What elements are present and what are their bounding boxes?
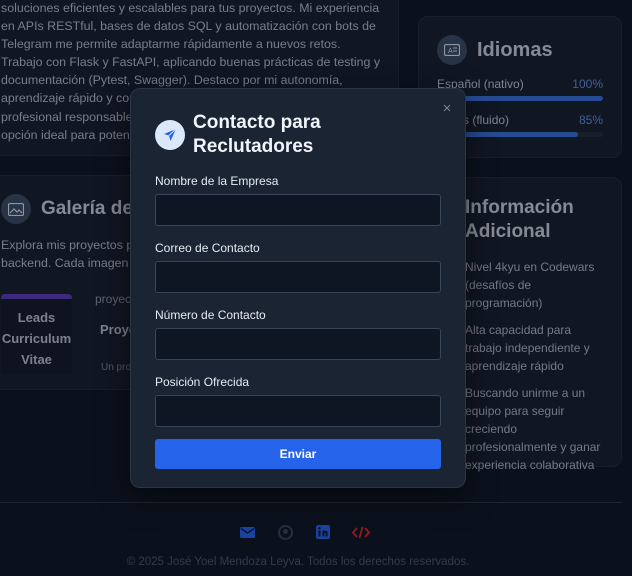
contact-phone-field[interactable] [155, 328, 441, 360]
position-offered-field[interactable] [155, 395, 441, 427]
position-offered-group: Posición Ofrecida [155, 375, 441, 427]
contact-phone-group: Número de Contacto [155, 308, 441, 360]
contact-email-field[interactable] [155, 261, 441, 293]
send-button[interactable]: Enviar [155, 439, 441, 469]
modal-title: Contacto para Reclutadores [193, 112, 321, 157]
contact-modal: × Contacto para Reclutadores Nombre de l… [130, 88, 466, 488]
paper-plane-icon [155, 120, 185, 150]
company-name-field[interactable] [155, 194, 441, 226]
close-icon[interactable]: × [439, 101, 455, 117]
contact-email-label: Correo de Contacto [155, 241, 260, 255]
company-name-label: Nombre de la Empresa [155, 174, 279, 188]
contact-email-group: Correo de Contacto [155, 241, 441, 293]
company-name-group: Nombre de la Empresa [155, 174, 441, 226]
position-offered-label: Posición Ofrecida [155, 375, 250, 389]
modal-header: Contacto para Reclutadores [155, 111, 441, 159]
contact-phone-label: Número de Contacto [155, 308, 266, 322]
